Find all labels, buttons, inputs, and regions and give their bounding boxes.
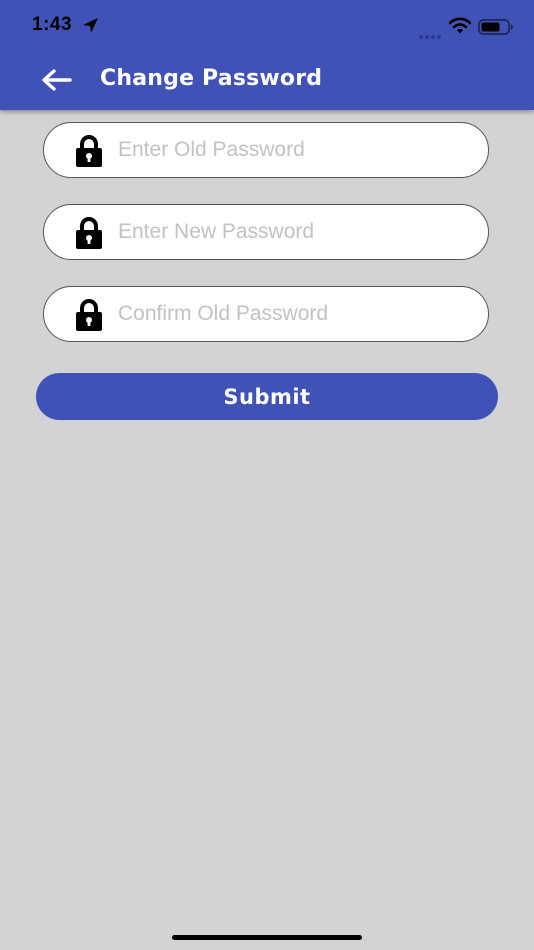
lock-icon [74, 217, 104, 249]
new-password-field[interactable] [43, 204, 489, 260]
location-arrow-icon [82, 17, 100, 35]
battery-icon [478, 18, 514, 36]
old-password-field[interactable] [43, 122, 489, 178]
home-indicator [172, 935, 362, 940]
status-time: 1:43 [32, 14, 73, 35]
submit-button[interactable]: Submit [36, 373, 498, 420]
page-header: Change Password [0, 54, 534, 110]
confirm-password-field[interactable] [43, 286, 489, 342]
confirm-password-input[interactable] [118, 295, 468, 333]
new-password-input[interactable] [118, 213, 468, 251]
lock-icon [74, 135, 104, 167]
lock-icon [74, 299, 104, 331]
app-bar: 1:43 Change Password [0, 0, 534, 110]
page-title: Change Password [100, 66, 323, 91]
cellular-signal-icon [418, 26, 444, 39]
arrow-left-icon [40, 68, 72, 96]
status-bar: 1:43 [0, 0, 534, 54]
old-password-input[interactable] [118, 131, 468, 169]
back-button[interactable] [36, 64, 76, 100]
wifi-icon [448, 17, 472, 35]
